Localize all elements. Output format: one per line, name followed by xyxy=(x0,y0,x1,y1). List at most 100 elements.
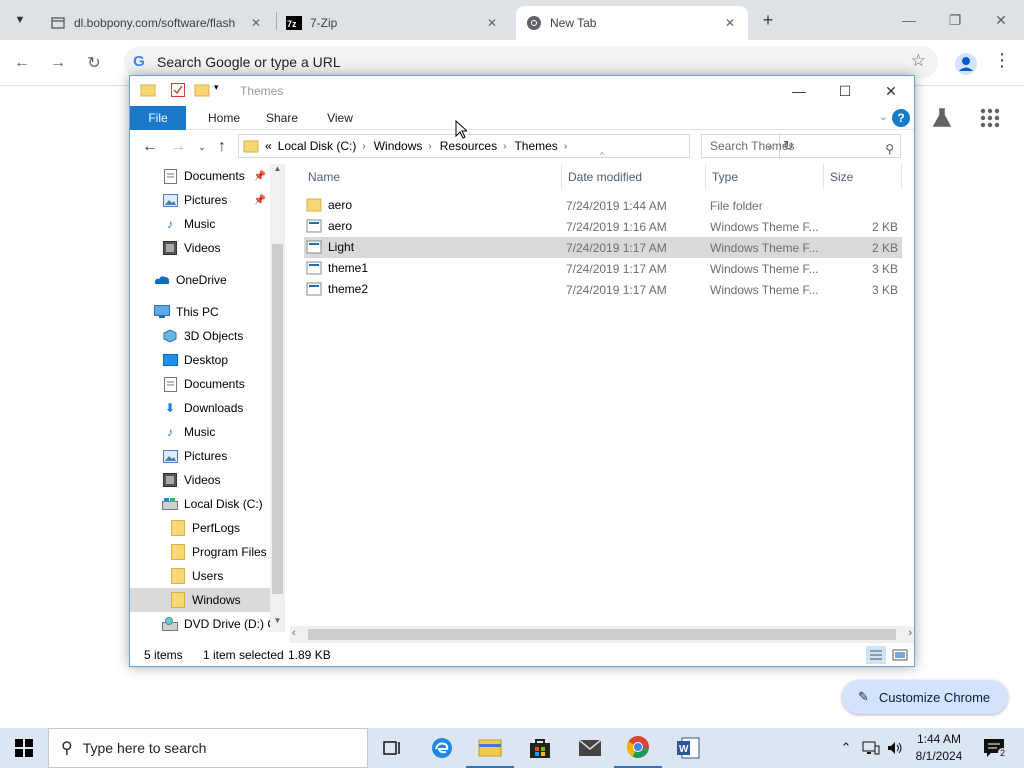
nav-item-windows[interactable]: Windows xyxy=(130,588,270,612)
tab-7zip[interactable]: 7z 7-Zip ✕ xyxy=(276,6,510,40)
nav-item-videos-quick[interactable]: Videos xyxy=(130,236,270,260)
large-icons-view-button[interactable] xyxy=(890,646,910,664)
ribbon-tab-view[interactable]: View xyxy=(310,106,370,130)
close-tab-icon[interactable]: ✕ xyxy=(248,15,264,31)
nav-item-desktop[interactable]: Desktop xyxy=(130,348,270,372)
back-arrow-icon[interactable]: ← xyxy=(140,137,160,157)
taskbar-chrome[interactable] xyxy=(614,728,662,768)
taskbar-store[interactable] xyxy=(516,728,564,768)
start-button[interactable] xyxy=(0,728,48,768)
nav-item-program-files[interactable]: Program Files xyxy=(130,540,270,564)
search-themes-input[interactable]: Search Themes ⚲ xyxy=(701,134,901,158)
breadcrumb-local-disk[interactable]: Local Disk (C:) xyxy=(278,139,357,153)
new-folder-icon[interactable] xyxy=(194,82,210,98)
close-tab-icon[interactable]: ✕ xyxy=(484,15,500,31)
bookmark-star-icon[interactable]: ☆ xyxy=(911,51,926,71)
tab-new-tab[interactable]: New Tab ✕ xyxy=(516,6,748,40)
scroll-right-icon[interactable]: › xyxy=(908,627,912,639)
labs-flask-icon[interactable] xyxy=(930,107,954,131)
tab-bobpony[interactable]: dl.bobpony.com/software/flash ✕ xyxy=(40,6,274,40)
chevron-right-icon[interactable]: › xyxy=(428,141,431,152)
nav-item-dvd-drive[interactable]: DVD Drive (D:) C xyxy=(130,612,276,632)
scroll-up-icon[interactable]: ▲ xyxy=(270,164,285,178)
column-header-date-modified[interactable]: Date modified xyxy=(562,164,706,190)
restore-button[interactable]: ❐ xyxy=(932,6,978,34)
properties-check-icon[interactable] xyxy=(170,82,186,98)
back-button[interactable]: ← xyxy=(9,50,35,76)
explorer-close-button[interactable]: ✕ xyxy=(868,76,914,106)
details-view-button[interactable] xyxy=(866,646,886,664)
pin-icon[interactable]: 📌 xyxy=(254,195,266,206)
nav-item-videos[interactable]: Videos xyxy=(130,468,270,492)
nav-item-documents-quick[interactable]: Documents 📌 xyxy=(130,164,270,188)
taskbar-search-box[interactable]: ⚲ Type here to search xyxy=(48,728,368,768)
column-header-size[interactable]: Size xyxy=(824,164,902,190)
nav-item-this-pc[interactable]: This PC xyxy=(130,300,270,324)
nav-item-documents[interactable]: Documents xyxy=(130,372,270,396)
taskbar-clock[interactable]: 1:44 AM 8/1/2024 xyxy=(900,731,978,765)
close-tab-icon[interactable]: ✕ xyxy=(722,15,738,31)
file-row[interactable]: theme1 7/24/2019 1:17 AM Windows Theme F… xyxy=(304,258,902,279)
taskbar-word[interactable]: W xyxy=(664,728,712,768)
minimize-button[interactable]: — xyxy=(886,6,932,34)
nav-item-music[interactable]: ♪ Music xyxy=(130,420,270,444)
file-row[interactable]: Light 7/24/2019 1:17 AM Windows Theme F.… xyxy=(304,237,902,258)
customize-chrome-button[interactable]: ✎ Customize Chrome xyxy=(842,680,1008,714)
chevron-right-icon[interactable]: › xyxy=(503,141,506,152)
scrollbar-thumb[interactable] xyxy=(308,629,896,640)
reload-button[interactable]: ↻ xyxy=(81,50,107,76)
chevron-right-icon[interactable]: › xyxy=(564,141,567,152)
nav-item-perflogs[interactable]: PerfLogs xyxy=(130,516,270,540)
taskbar-file-explorer[interactable] xyxy=(466,728,514,768)
scroll-down-icon[interactable]: ▼ xyxy=(270,616,285,630)
recent-locations-icon[interactable]: ⌄ xyxy=(192,137,212,157)
notifications-button[interactable]: 2 xyxy=(980,728,1008,768)
pin-icon[interactable]: 📌 xyxy=(254,171,266,182)
file-list-horizontal-scrollbar[interactable]: ‹ › xyxy=(290,626,914,643)
new-tab-button[interactable]: + xyxy=(756,8,780,32)
forward-arrow-icon[interactable]: → xyxy=(168,137,188,157)
taskbar-edge[interactable] xyxy=(418,728,466,768)
nav-item-pictures-quick[interactable]: Pictures 📌 xyxy=(130,188,270,212)
chevron-right-icon[interactable]: › xyxy=(362,141,365,152)
chrome-menu-button[interactable]: ⋮ xyxy=(992,50,1012,76)
scroll-left-icon[interactable]: ‹ xyxy=(292,627,296,639)
breadcrumb-windows[interactable]: Windows xyxy=(374,139,423,153)
file-row[interactable]: aero 7/24/2019 1:44 AM File folder xyxy=(304,195,902,216)
breadcrumb-themes[interactable]: Themes xyxy=(514,139,557,153)
nav-item-pictures[interactable]: Pictures xyxy=(130,444,270,468)
up-arrow-icon[interactable]: ↑ xyxy=(212,137,232,157)
nav-pane-scrollbar[interactable]: ▲ ▼ xyxy=(270,164,285,632)
forward-button[interactable]: → xyxy=(45,50,71,76)
breadcrumb-overflow[interactable]: « xyxy=(265,139,272,153)
network-icon[interactable] xyxy=(860,728,882,768)
breadcrumb-resources[interactable]: Resources xyxy=(440,139,497,153)
ribbon-tab-home[interactable]: Home xyxy=(196,106,252,130)
google-apps-icon[interactable] xyxy=(978,107,1002,131)
column-header-name[interactable]: Name xyxy=(302,164,562,190)
taskbar-mail[interactable] xyxy=(566,728,614,768)
task-view-button[interactable] xyxy=(368,728,416,768)
expand-ribbon-icon[interactable]: ⌄ xyxy=(879,110,888,123)
scrollbar-thumb[interactable] xyxy=(272,244,283,594)
tab-search-button[interactable]: ▼ xyxy=(8,8,32,32)
ribbon-tab-file[interactable]: File xyxy=(130,106,186,130)
column-header-type[interactable]: Type xyxy=(706,164,824,190)
profile-button[interactable] xyxy=(954,52,978,76)
nav-item-downloads[interactable]: ⬇ Downloads xyxy=(130,396,270,420)
explorer-maximize-button[interactable]: ☐ xyxy=(822,76,868,106)
nav-item-users[interactable]: Users xyxy=(130,564,270,588)
close-window-button[interactable]: ✕ xyxy=(978,6,1024,34)
customize-quick-access-icon[interactable]: ▾ xyxy=(214,82,230,98)
omnibox[interactable]: G Search Google or type a URL ☆ xyxy=(124,46,938,78)
nav-item-onedrive[interactable]: OneDrive xyxy=(130,268,270,292)
nav-item-local-disk[interactable]: Local Disk (C:) xyxy=(130,492,270,516)
help-icon[interactable]: ? xyxy=(892,109,910,127)
ribbon-tab-share[interactable]: Share xyxy=(254,106,310,130)
nav-item-3d-objects[interactable]: 3D Objects xyxy=(130,324,270,348)
file-row[interactable]: theme2 7/24/2019 1:17 AM Windows Theme F… xyxy=(304,279,902,300)
explorer-minimize-button[interactable]: — xyxy=(776,76,822,106)
show-hidden-icons-button[interactable]: ⌃ xyxy=(836,728,856,768)
nav-item-music-quick[interactable]: ♪ Music xyxy=(130,212,270,236)
file-row[interactable]: aero 7/24/2019 1:16 AM Windows Theme F..… xyxy=(304,216,902,237)
